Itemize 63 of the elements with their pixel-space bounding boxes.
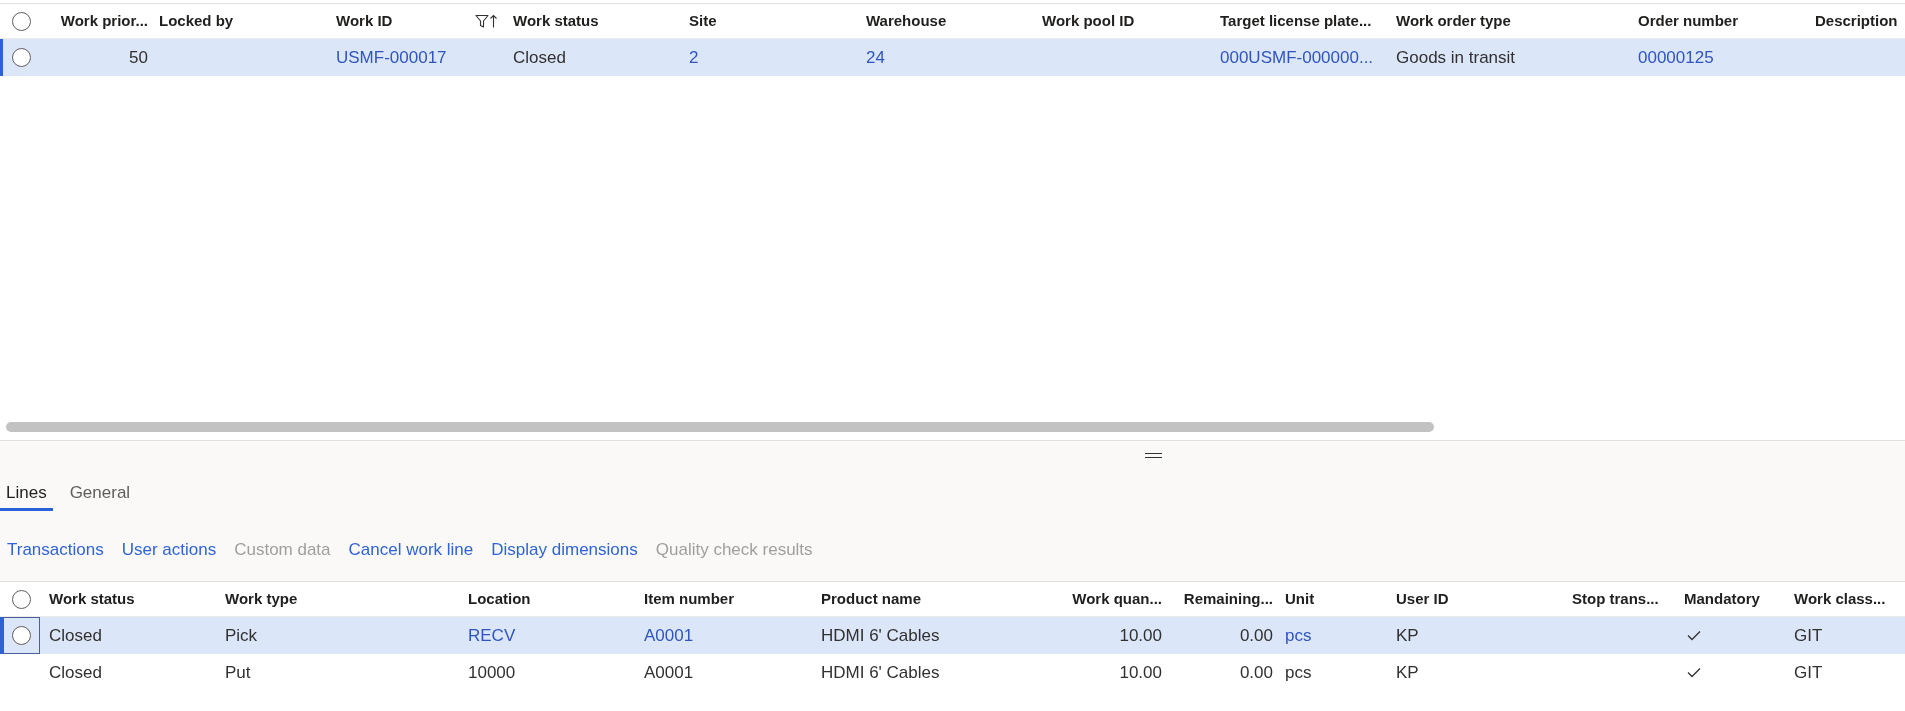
column-header[interactable]: Work class...: [1794, 587, 1886, 611]
column-header[interactable]: Warehouse: [866, 9, 947, 33]
column-header[interactable]: Work status: [513, 9, 599, 33]
table-cell-text: 10.00: [1119, 661, 1162, 684]
action-link[interactable]: Transactions: [7, 538, 104, 562]
table-link[interactable]: 24: [866, 44, 885, 71]
column-header[interactable]: Work prior...: [60, 9, 148, 33]
table-link[interactable]: A0001: [644, 622, 694, 649]
column-header[interactable]: Site: [689, 9, 717, 33]
table-cell-text: 0.00: [1239, 661, 1273, 684]
column-header[interactable]: User ID: [1396, 587, 1449, 611]
table-cell-text: Pick: [225, 624, 258, 647]
column-header[interactable]: Locked by: [159, 9, 234, 33]
table-cell-text: A0001: [644, 661, 694, 684]
table-cell-text: Goods in transit: [1396, 46, 1516, 69]
column-header[interactable]: Work ID: [336, 9, 393, 33]
action-link[interactable]: Cancel work line: [348, 538, 474, 562]
row-checkbox[interactable]: [12, 48, 31, 67]
table-link[interactable]: USMF-000017: [336, 44, 447, 71]
column-header[interactable]: Stop trans...: [1572, 587, 1659, 611]
tab[interactable]: General: [63, 475, 137, 511]
scrollbar-thumb[interactable]: [6, 422, 1434, 432]
select-all-checkbox[interactable]: [12, 11, 31, 31]
table-cell-text: GIT: [1794, 661, 1823, 684]
table-link[interactable]: 000USMF-000000...: [1220, 44, 1374, 71]
column-header[interactable]: Product name: [821, 587, 922, 611]
column-header[interactable]: Location: [468, 587, 531, 611]
action-link[interactable]: User actions: [121, 538, 217, 562]
row-checkbox[interactable]: [12, 626, 31, 645]
action-link[interactable]: Display dimensions: [491, 538, 638, 562]
table-cell-text: Closed: [49, 661, 102, 684]
table-cell-text: GIT: [1794, 624, 1823, 647]
table-link[interactable]: pcs: [1285, 622, 1312, 649]
column-header[interactable]: Description: [1815, 9, 1898, 33]
select-all-checkbox[interactable]: [12, 589, 31, 609]
column-header[interactable]: Remaining...: [1183, 587, 1273, 611]
tab[interactable]: Lines: [0, 475, 53, 511]
table-cell-text: HDMI 6' Cables: [821, 624, 940, 647]
table-link[interactable]: RECV: [468, 622, 516, 649]
table-cell-text: pcs: [1285, 661, 1312, 684]
column-header[interactable]: Unit: [1285, 587, 1315, 611]
table-cell-text: KP: [1396, 661, 1419, 684]
column-header[interactable]: Work order type: [1396, 9, 1511, 33]
drag-handle-icon[interactable]: [1145, 453, 1162, 458]
table-link[interactable]: 00000125: [1638, 44, 1714, 71]
column-header[interactable]: Work status: [49, 587, 135, 611]
column-header[interactable]: Work pool ID: [1042, 9, 1135, 33]
table-cell-text: 10.00: [1119, 624, 1162, 647]
column-header[interactable]: Work type: [225, 587, 298, 611]
table-cell-text: Closed: [49, 624, 102, 647]
column-header[interactable]: Mandatory: [1684, 587, 1760, 611]
table-cell-text: Put: [225, 661, 251, 684]
table-cell-text: 50: [129, 46, 148, 69]
table-cell-text: Closed: [513, 46, 566, 69]
table-cell-text: KP: [1396, 624, 1419, 647]
table-cell-text: 10000: [468, 661, 516, 684]
table-cell-text: HDMI 6' Cables: [821, 661, 940, 684]
column-header[interactable]: Item number: [644, 587, 734, 611]
column-header[interactable]: Order number: [1638, 9, 1739, 33]
column-header[interactable]: Work quan...: [1072, 587, 1162, 611]
column-header[interactable]: Target license plate...: [1220, 9, 1372, 33]
table-cell-text: 0.00: [1239, 624, 1273, 647]
table-link[interactable]: 2: [689, 44, 699, 71]
